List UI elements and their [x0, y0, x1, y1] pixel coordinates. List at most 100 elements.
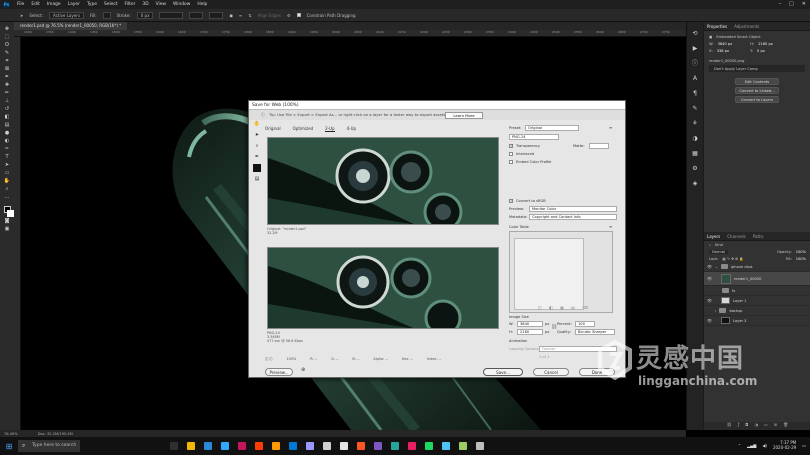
path-arrange-icon[interactable]: ⇅	[248, 13, 251, 18]
dodge-tool-icon[interactable]: ◐	[3, 138, 11, 145]
quick-mask-icon[interactable]: ◙	[3, 218, 11, 225]
adjustment-icon[interactable]: ◑	[754, 422, 758, 430]
tab-optimized[interactable]: Optimized	[293, 126, 313, 132]
character-icon[interactable]: A	[691, 75, 699, 83]
taskbar-app-icon[interactable]	[476, 442, 484, 450]
select-dropdown[interactable]: Active Layers	[49, 11, 84, 19]
x-value[interactable]: 338 px	[717, 49, 729, 53]
eye-icon[interactable]: 👁	[707, 298, 712, 303]
zoom-icon[interactable]: ◫ ◫	[265, 357, 273, 361]
brush-tool-icon[interactable]: ✏	[3, 90, 11, 97]
healing-tool-icon[interactable]: ✚	[3, 82, 11, 89]
matte-dropdown[interactable]	[589, 143, 609, 149]
slice-select-tool-icon[interactable]: ➤	[253, 131, 261, 139]
chevron-up-icon[interactable]: ⌃	[738, 443, 741, 448]
constrain-checkbox[interactable]	[296, 13, 301, 17]
taskbar-app-icon[interactable]	[459, 442, 467, 450]
menu-edit[interactable]: Edit	[31, 2, 40, 7]
cancel-button[interactable]: Cancel	[533, 368, 569, 376]
toggle-slices-icon[interactable]: ▤	[253, 175, 261, 183]
embed-profile-checkbox[interactable]	[509, 160, 513, 164]
tab-channels[interactable]: Channels	[727, 234, 746, 239]
stamp-tool-icon[interactable]: ⊥	[3, 98, 11, 105]
learn-more-button[interactable]: Learn More	[445, 112, 483, 119]
paragraph-icon[interactable]: ¶	[691, 90, 699, 98]
new-layer-icon[interactable]: ⊞	[774, 422, 777, 430]
notifications-icon[interactable]: ▭	[802, 443, 806, 448]
menu-filter[interactable]: Filter	[125, 2, 136, 7]
move-tool-icon[interactable]: ✥	[3, 26, 11, 33]
chevron-down-icon[interactable]: ⌄	[715, 265, 718, 269]
fill-swatch[interactable]	[102, 11, 111, 19]
pen-tool-icon[interactable]: ✑	[3, 146, 11, 153]
format-dropdown[interactable]: PNG-24	[509, 134, 559, 140]
menu-3d[interactable]: 3D	[142, 2, 148, 7]
eraser-tool-icon[interactable]: ◧	[3, 114, 11, 121]
transparency-checkbox[interactable]	[509, 143, 513, 148]
swatches-icon[interactable]: ▦	[691, 150, 699, 158]
type-tool-icon[interactable]: T	[3, 154, 11, 161]
taskbar-app-icon[interactable]	[204, 442, 212, 450]
close-icon[interactable]: ✕	[802, 1, 806, 7]
layer-row[interactable]: 👁 ⌄ iphone clips	[704, 262, 810, 272]
history-icon[interactable]: ⟲	[691, 30, 699, 38]
save-button[interactable]: Save...	[483, 368, 523, 376]
path-align-icon[interactable]: ≡	[239, 13, 242, 18]
layer-comp-dropdown[interactable]: Don't Apply Layer Comp	[709, 65, 805, 72]
fill-value[interactable]: 100%	[796, 257, 806, 261]
marquee-tool-icon[interactable]: ⬚	[3, 34, 11, 41]
history-brush-icon[interactable]: ↺	[3, 106, 11, 113]
preview-button[interactable]: Preview...	[265, 368, 293, 376]
height-field[interactable]	[209, 11, 224, 19]
trash-icon[interactable]: 🗑	[783, 422, 788, 430]
windows-start-icon[interactable]: ⊞	[0, 437, 18, 455]
browser-preview-icon[interactable]: ⊕	[301, 367, 305, 373]
blur-tool-icon[interactable]: ●	[3, 130, 11, 137]
taskbar-app-icon[interactable]	[272, 442, 280, 450]
maximize-icon[interactable]: □	[789, 1, 794, 7]
settings-gear-icon[interactable]: ⚙	[287, 13, 291, 18]
blend-mode-dropdown[interactable]: Normal	[709, 249, 729, 254]
taskbar-app-icon[interactable]	[306, 442, 314, 450]
tab-adjustments[interactable]: Adjustments	[734, 24, 759, 29]
info-icon[interactable]: ⓘ	[691, 60, 699, 68]
menu-image[interactable]: Image	[47, 2, 61, 7]
height-field[interactable]: 2160	[517, 329, 543, 335]
taskbar-app-icon[interactable]	[255, 442, 263, 450]
menu-file[interactable]: File	[17, 2, 24, 7]
brushes-icon[interactable]: ⚘	[691, 120, 699, 128]
mask-icon[interactable]: ◘	[745, 422, 748, 430]
optimize-menu-icon[interactable]: ≡	[609, 125, 612, 130]
zoom-level[interactable]: 100%	[287, 357, 297, 361]
color-icon[interactable]: ◑	[691, 135, 699, 143]
kind-filter-dropdown[interactable]: Kind	[715, 243, 723, 247]
taskbar-app-icon[interactable]	[187, 442, 195, 450]
taskbar-app-icon[interactable]	[340, 442, 348, 450]
taskbar-search[interactable]: ⌕ Type here to search	[18, 440, 80, 452]
taskbar-app-icon[interactable]	[289, 442, 297, 450]
color-table-actions[interactable]: ◫ ◧ ▦ ▤ ⌫	[538, 305, 591, 310]
convert-to-linked-button[interactable]: Convert to Linked...	[735, 87, 779, 94]
menu-window[interactable]: Window	[173, 2, 190, 7]
taskbar-app-icon[interactable]	[221, 442, 229, 450]
taskbar-app-icon[interactable]	[357, 442, 365, 450]
path-select-tool-icon[interactable]: ➤	[20, 13, 23, 18]
eye-icon[interactable]: 👁	[707, 264, 712, 269]
gradient-tool-icon[interactable]: ▤	[3, 122, 11, 129]
tab-layers[interactable]: Layers	[707, 234, 720, 239]
zoom-tool-icon[interactable]: ⌕	[253, 142, 261, 150]
h-value[interactable]: 2160 px	[758, 42, 773, 46]
preview-dropdown[interactable]: Monitor Color	[529, 206, 617, 212]
eyedropper-tool-icon[interactable]: ✒	[253, 153, 261, 161]
taskbar-app-icon[interactable]	[374, 442, 382, 450]
hand-tool-icon[interactable]: ✋	[3, 178, 11, 185]
crop-tool-icon[interactable]: ⌗	[3, 58, 11, 65]
layer-row[interactable]: 👁 Layer 1	[704, 296, 810, 306]
zoom-tool-icon[interactable]: ⌕	[3, 186, 11, 193]
width-field[interactable]	[189, 11, 204, 19]
tab-original[interactable]: Original	[265, 126, 281, 132]
align-edges-option[interactable]: Align Edges	[258, 13, 281, 18]
layer-row[interactable]: 👁 Layer 3	[704, 316, 810, 326]
eyedropper-tool-icon[interactable]: ✒	[3, 74, 11, 81]
volume-icon[interactable]: ◀)	[762, 443, 767, 448]
